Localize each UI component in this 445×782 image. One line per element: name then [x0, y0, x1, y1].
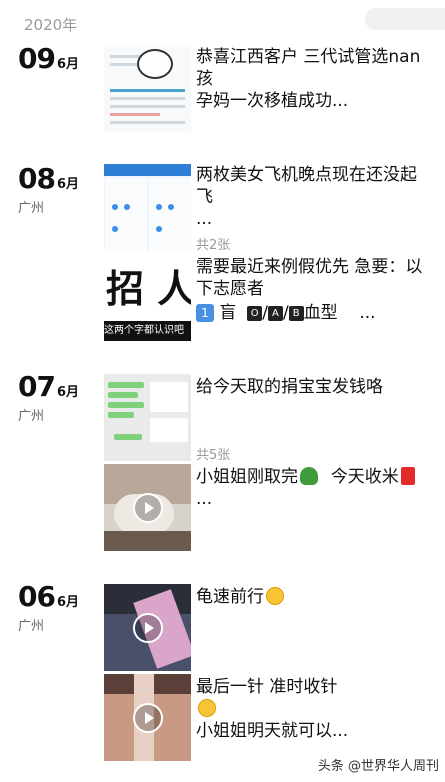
post-text-08-b[interactable]: 需要最近来例假优先 急要：以下志愿者 1 盲 O / A / B 血型 ... [196, 256, 424, 324]
post-text-08-a[interactable]: 两枚美女飞机晚点现在还没起飞 ... [196, 164, 424, 230]
post-thumbnail-07-b[interactable] [104, 464, 191, 551]
post-line-1: 恭喜江西客户 三代试管选nan孩 [196, 47, 421, 89]
date-block-08: 08 6月 广州 [18, 162, 79, 216]
blood-type-o-icon: O [247, 306, 263, 321]
date-block-09: 09 6月 [18, 42, 79, 75]
watermark: 头条 @世界华人周刊 [317, 755, 439, 774]
post-thumbnail-08-a[interactable] [104, 164, 191, 251]
post-line-2: 1 盲 O / A / B 血型 ... [196, 302, 424, 324]
post-text-06-b[interactable]: 最后一针 准时收针 小姐姐明天就可以... [196, 676, 424, 742]
month-label: 6月 [56, 57, 80, 72]
post-line-2 [196, 698, 424, 720]
big-headline: 招 人 [106, 267, 191, 311]
day-number: 08 [18, 162, 56, 195]
post-thumbnail-06-b[interactable] [104, 674, 191, 761]
date-block-07: 07 6月 广州 [18, 370, 79, 424]
play-icon [133, 703, 163, 733]
post-line-1: 最后一针 准时收针 [196, 677, 338, 697]
red-envelope-icon [400, 467, 415, 485]
post-thumbnail-09[interactable] [104, 45, 191, 132]
grimace-face-icon [198, 699, 216, 717]
year-header: 2020年 [0, 0, 445, 40]
day-number: 09 [18, 42, 56, 75]
post-text-06-a[interactable]: 龟速前行 [196, 586, 424, 608]
blood-type-a-icon: A [267, 306, 283, 321]
post-thumbnail-07-a[interactable] [104, 374, 191, 461]
grimace-face-icon [266, 587, 284, 605]
post-line-1: 龟速前行 [196, 586, 424, 608]
cartoon-face-icon [137, 49, 173, 79]
turtle-icon [300, 467, 318, 485]
image-count: 共2张 [196, 238, 231, 253]
post-line-1: 需要最近来例假优先 急要：以下志愿者 [196, 257, 423, 299]
post-text-07-a[interactable]: 给今天取的捐宝宝发钱咯 [196, 376, 424, 398]
post-line-2: ... [196, 489, 213, 509]
post-thumbnail-08-b[interactable]: 招 人 这两个字都认识吧 [104, 254, 191, 341]
year-label: 2020年 [24, 16, 78, 34]
post-text-07-b[interactable]: 小姐姐刚取完 今天收米 ... [196, 466, 424, 510]
post-line-2: 孕妈一次移植成功... [196, 91, 349, 111]
date-block-06: 06 6月 广州 [18, 580, 79, 634]
image-count: 共5张 [196, 448, 231, 463]
post-line-1: 两枚美女飞机晚点现在还没起飞 [196, 165, 417, 207]
post-line-3: 小姐姐明天就可以... [196, 721, 349, 741]
play-icon [133, 493, 163, 523]
month-label: 6月 [56, 595, 80, 610]
city-label: 广州 [18, 409, 45, 424]
month-label: 6月 [56, 177, 80, 192]
day-number: 06 [18, 580, 56, 613]
year-pill [365, 8, 445, 30]
month-label: 6月 [56, 385, 80, 400]
day-number: 07 [18, 370, 56, 403]
keycap-one-icon: 1 [196, 304, 214, 322]
play-icon [133, 613, 163, 643]
post-line-1: 给今天取的捐宝宝发钱咯 [196, 377, 383, 397]
city-label: 广州 [18, 619, 45, 634]
city-label: 广州 [18, 201, 45, 216]
caption-strip: 这两个字都认识吧 [104, 321, 191, 341]
post-line-2: ... [196, 209, 213, 229]
post-thumbnail-06-a[interactable] [104, 584, 191, 671]
blood-type-b-icon: B [288, 306, 304, 321]
post-text-09[interactable]: 恭喜江西客户 三代试管选nan孩 孕妈一次移植成功... [196, 46, 424, 112]
post-line-1: 小姐姐刚取完 今天收米 [196, 466, 424, 488]
